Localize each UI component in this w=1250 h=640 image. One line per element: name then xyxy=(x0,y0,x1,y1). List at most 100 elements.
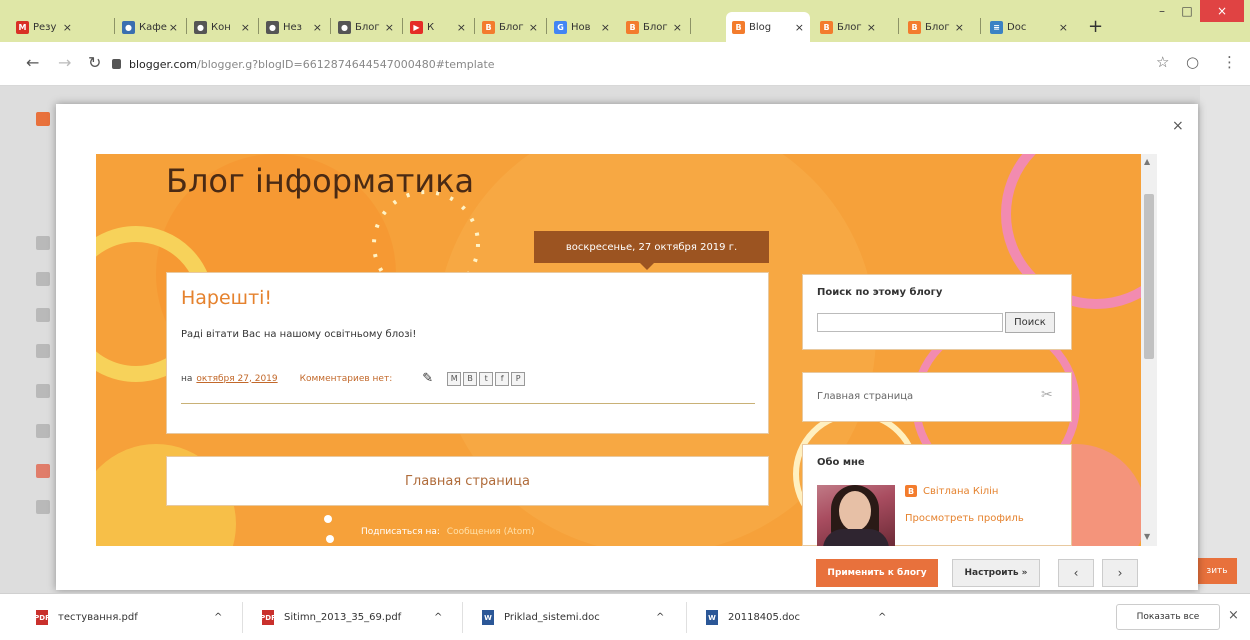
about-widget-title: Обо мне xyxy=(817,457,865,468)
tab-label: Кон xyxy=(211,21,231,33)
previous-theme-button[interactable]: ‹ xyxy=(1058,559,1094,587)
show-all-downloads-button[interactable]: Показать все xyxy=(1116,604,1220,630)
preview-scrollbar[interactable]: ▲ ▼ xyxy=(1141,154,1157,546)
gmail-icon: M xyxy=(16,20,29,34)
close-icon[interactable]: × xyxy=(529,21,538,34)
close-icon[interactable]: × xyxy=(63,21,72,34)
blog-search-input[interactable] xyxy=(817,313,1003,332)
tab-label: Блог xyxy=(499,21,524,33)
facebook-share-icon[interactable]: f xyxy=(495,371,510,386)
post-comments-link[interactable]: Комментариев нет: xyxy=(300,374,393,384)
tab-label: Блог xyxy=(355,21,380,33)
minimize-icon[interactable]: – xyxy=(1150,0,1174,22)
maximize-icon[interactable]: □ xyxy=(1175,0,1199,22)
google-icon: G xyxy=(554,20,567,34)
tab-4[interactable]: ● Блог × xyxy=(332,12,400,42)
close-icon[interactable]: × xyxy=(385,21,394,34)
close-icon[interactable]: × xyxy=(169,21,178,34)
chevron-up-icon[interactable]: ^ xyxy=(434,594,442,640)
scroll-thumb[interactable] xyxy=(1144,194,1154,359)
scroll-up-icon[interactable]: ▲ xyxy=(1144,157,1150,166)
close-icon[interactable]: × xyxy=(673,21,682,34)
tab-10b[interactable]: B Блог × xyxy=(902,12,970,42)
back-arrow-icon[interactable]: ← xyxy=(26,53,39,72)
background-save-button[interactable]: зить xyxy=(1197,558,1237,584)
pinterest-share-icon[interactable]: P xyxy=(511,371,526,386)
download-item[interactable]: W 20118405.doc xyxy=(706,594,800,640)
close-icon[interactable]: × xyxy=(1228,608,1239,623)
tab-11[interactable]: ≡ Doc × xyxy=(984,12,1074,42)
tab-label: Нов xyxy=(571,21,591,33)
download-filename: 20118405.doc xyxy=(728,612,801,623)
close-icon[interactable]: × xyxy=(795,21,804,34)
chevron-up-icon[interactable]: ^ xyxy=(214,594,222,640)
close-icon[interactable]: × xyxy=(241,21,250,34)
next-theme-button[interactable]: › xyxy=(1102,559,1138,587)
new-tab-plus-icon[interactable]: + xyxy=(1088,16,1103,37)
tab-0[interactable]: M Резу × xyxy=(10,12,78,42)
browser-toolbar: ← → ↻ blogger.com /blogger.g?blogID=6612… xyxy=(0,42,1250,86)
tools-icon[interactable]: ✂ xyxy=(1041,387,1053,403)
sidebar-icon xyxy=(36,424,50,438)
tab-2[interactable]: ● Кон × xyxy=(188,12,256,42)
lock-icon xyxy=(112,59,121,69)
address-bar[interactable]: blogger.com /blogger.g?blogID=6612874644… xyxy=(112,51,1192,77)
close-icon[interactable]: × xyxy=(867,21,876,34)
date-header: воскресенье, 27 октября 2019 г. xyxy=(534,231,769,263)
home-page-link[interactable]: Главная страница xyxy=(166,456,769,506)
subscribe-atom-link[interactable]: Сообщения (Atom) xyxy=(447,527,535,537)
about-author-name[interactable]: Світлана Кілін xyxy=(923,486,998,497)
twitter-share-icon[interactable]: t xyxy=(479,371,494,386)
tab-8-active[interactable]: B Blog × xyxy=(726,12,810,42)
view-profile-link[interactable]: Просмотреть профиль xyxy=(905,513,1024,524)
post-date-link[interactable]: октября 27, 2019 xyxy=(196,374,277,384)
post-title[interactable]: Нарешті! xyxy=(181,287,272,309)
tab-9[interactable]: B Блог × xyxy=(620,12,688,42)
tab-5[interactable]: ▶ К × xyxy=(404,12,472,42)
menu-dots-icon[interactable]: ⋮ xyxy=(1222,53,1237,71)
tab-strip: M Резу × ● Кафе × ● Кон × ● Нез × ● Блог… xyxy=(0,0,1250,42)
blogger-icon: B xyxy=(820,20,833,34)
tab-10[interactable]: B Блог × xyxy=(814,12,882,42)
download-item[interactable]: W Priklad_sistemi.doc xyxy=(482,594,600,640)
blog-share-icon[interactable]: B xyxy=(463,371,478,386)
chevron-up-icon[interactable]: ^ xyxy=(656,594,664,640)
pdf-file-icon: PDF xyxy=(34,610,50,625)
customize-button[interactable]: Настроить » xyxy=(952,559,1040,587)
post-body: Раді вітати Вас на нашому освітньому бло… xyxy=(181,329,417,340)
pages-home-link[interactable]: Главная страница xyxy=(817,391,913,402)
blogger-icon: B xyxy=(482,20,495,34)
tab-1[interactable]: ● Кафе × xyxy=(116,12,184,42)
close-icon[interactable]: × xyxy=(601,21,610,34)
forward-arrow-icon[interactable]: → xyxy=(58,53,71,72)
close-icon[interactable]: × xyxy=(313,21,322,34)
email-share-icon[interactable]: M xyxy=(447,371,462,386)
tab-label: Blog xyxy=(749,21,772,33)
close-icon[interactable]: × xyxy=(1059,21,1068,34)
window-close-icon[interactable]: × xyxy=(1200,0,1244,22)
scroll-down-icon[interactable]: ▼ xyxy=(1144,532,1150,541)
tab-6[interactable]: B Блог × xyxy=(476,12,544,42)
chevron-up-icon[interactable]: ^ xyxy=(878,594,886,640)
search-button[interactable]: Поиск xyxy=(1005,312,1055,333)
pencil-edit-icon[interactable]: ✎ xyxy=(422,371,433,386)
download-item[interactable]: PDF Sitimn_2013_35_69.pdf xyxy=(260,594,402,640)
web-icon: ● xyxy=(266,20,279,34)
close-icon[interactable]: × xyxy=(1172,118,1184,134)
sidebar-icon xyxy=(36,464,50,478)
tab-label: Блог xyxy=(643,21,668,33)
extension-icon[interactable]: ○ xyxy=(1186,53,1199,71)
tab-7[interactable]: G Нов × xyxy=(548,12,616,42)
download-item[interactable]: PDF тестування.pdf xyxy=(34,594,138,640)
star-icon[interactable]: ☆ xyxy=(1156,53,1169,71)
sidebar-icon xyxy=(36,308,50,322)
pdf-file-icon: PDF xyxy=(260,610,276,625)
close-icon[interactable]: × xyxy=(457,21,466,34)
apply-to-blog-button[interactable]: Применить к блогу xyxy=(816,559,938,587)
reload-icon[interactable]: ↻ xyxy=(88,53,101,72)
close-icon[interactable]: × xyxy=(955,21,964,34)
blogger-icon: B xyxy=(908,20,921,34)
download-filename: Sitimn_2013_35_69.pdf xyxy=(284,612,402,623)
tab-3[interactable]: ● Нез × xyxy=(260,12,328,42)
avatar[interactable] xyxy=(817,485,895,546)
